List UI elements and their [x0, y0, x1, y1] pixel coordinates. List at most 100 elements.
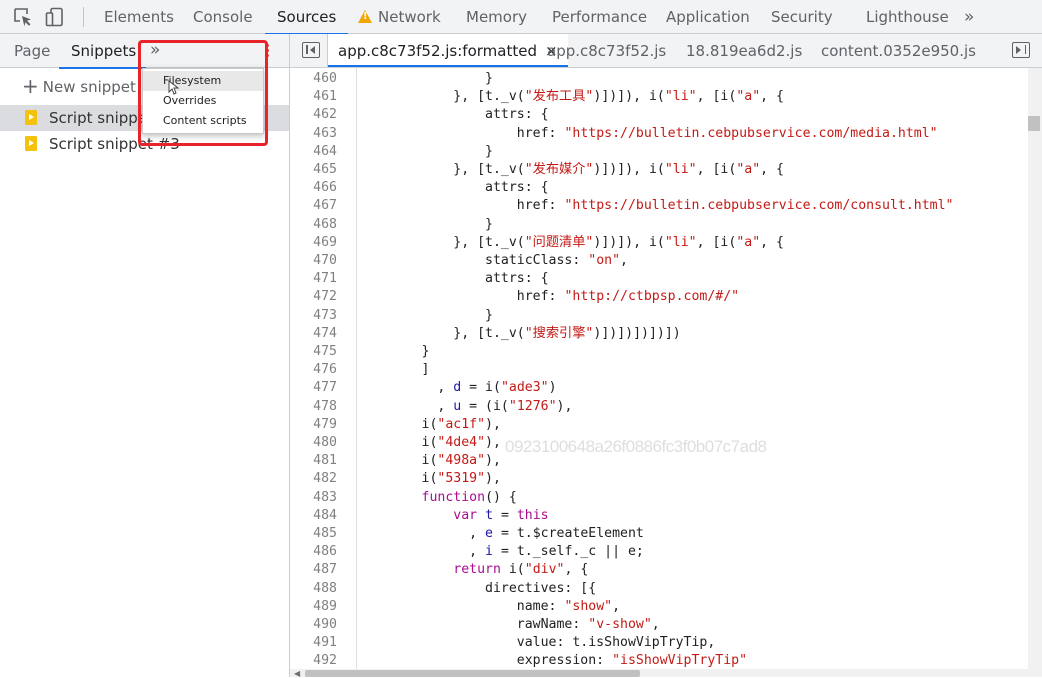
device-toggle-icon[interactable]: [45, 7, 65, 27]
line-number[interactable]: 484: [290, 507, 337, 525]
inspect-element-icon[interactable]: [13, 7, 33, 27]
code-text: attrs: {: [358, 180, 549, 196]
code-line: 463 href: "https://bulletin.cebpubservic…: [290, 125, 1028, 143]
line-number[interactable]: 489: [290, 598, 337, 616]
line-number[interactable]: 461: [290, 88, 337, 106]
code-text: i("498a"),: [358, 453, 501, 469]
code-line: 466 attrs: {: [290, 179, 1028, 197]
horizontal-scrollbar-thumb[interactable]: [305, 670, 640, 677]
code-line: 484 var t = this: [290, 507, 1028, 525]
line-number[interactable]: 477: [290, 379, 337, 397]
code-line: 476 ]: [290, 361, 1028, 379]
code-text: expression: "isShowVipTryTip": [358, 653, 748, 669]
line-number[interactable]: 466: [290, 179, 337, 197]
tab-sources[interactable]: Sources: [264, 0, 349, 35]
line-number[interactable]: 463: [290, 125, 337, 143]
code-editor[interactable]: 460 } 461 }, [t._v("发布工具")])]), i("li", […: [290, 68, 1028, 669]
line-number[interactable]: 473: [290, 307, 337, 325]
navigator-more-button[interactable]: »: [150, 34, 160, 68]
code-line: 465 }, [t._v("发布媒介")])]), i("li", [i("a"…: [290, 161, 1028, 179]
code-line: 473 }: [290, 307, 1028, 325]
menu-item-overrides[interactable]: Overrides: [143, 91, 263, 111]
vertical-scrollbar[interactable]: [1028, 68, 1042, 669]
code-text: }: [358, 344, 430, 359]
tab-console[interactable]: Console: [193, 0, 253, 34]
code-line: 460 }: [290, 70, 1028, 88]
line-number[interactable]: 488: [290, 580, 337, 598]
line-number[interactable]: 490: [290, 616, 337, 634]
code-text: }: [358, 216, 493, 232]
more-tabs-button[interactable]: »: [964, 0, 974, 34]
code-line: 469 }, [t._v("问题清单")])]), i("li", [i("a"…: [290, 234, 1028, 252]
line-number[interactable]: 487: [290, 561, 337, 579]
devtools-tab-bar: Elements Console Sources Network Memory …: [0, 0, 1042, 35]
line-number[interactable]: 462: [290, 106, 337, 124]
editor-tab-label: app.c8c73f52.js:formatted: [338, 42, 537, 60]
code-text: i("ac1f"),: [358, 416, 501, 432]
tab-application[interactable]: Application: [666, 0, 750, 34]
menu-item-content-scripts[interactable]: Content scripts: [143, 111, 263, 131]
tab-elements[interactable]: Elements: [104, 0, 174, 34]
line-number[interactable]: 470: [290, 252, 337, 270]
tab-performance[interactable]: Performance: [552, 0, 647, 34]
code-line: 464 }: [290, 143, 1028, 161]
code-text: }, [t._v("发布媒介")])]), i("li", [i("a", {: [358, 162, 784, 177]
line-number[interactable]: 482: [290, 470, 337, 488]
line-number[interactable]: 483: [290, 489, 337, 507]
navigator-tab-bar: Page Snippets »: [0, 34, 289, 69]
tab-page[interactable]: Page: [14, 34, 50, 68]
line-number[interactable]: 465: [290, 161, 337, 179]
line-number[interactable]: 492: [290, 652, 337, 669]
line-number[interactable]: 472: [290, 288, 337, 306]
code-line: 490 rawName: "v-show",: [290, 616, 1028, 634]
toolbar-divider: [83, 7, 84, 27]
line-number[interactable]: 486: [290, 543, 337, 561]
line-number[interactable]: 478: [290, 398, 337, 416]
editor-tab[interactable]: content.0352e950.js: [821, 34, 976, 68]
toggle-debugger-icon[interactable]: [1012, 42, 1030, 58]
tab-snippets[interactable]: Snippets: [58, 34, 147, 69]
tab-network[interactable]: Network: [358, 0, 441, 34]
toggle-navigator-icon[interactable]: [302, 42, 320, 58]
code-text: attrs: {: [358, 271, 549, 287]
watermark-text: 0923100648a26f0886fc3f0b07c7ad8: [505, 437, 767, 456]
editor-tab[interactable]: 18.819ea6d2.js: [686, 34, 802, 68]
line-number[interactable]: 469: [290, 234, 337, 252]
line-number[interactable]: 479: [290, 416, 337, 434]
navigator-menu-icon[interactable]: [266, 44, 270, 59]
line-number[interactable]: 476: [290, 361, 337, 379]
line-number[interactable]: 481: [290, 452, 337, 470]
tab-lighthouse[interactable]: Lighthouse: [866, 0, 949, 34]
mouse-cursor-icon: [168, 80, 180, 95]
code-line: 483 function() {: [290, 489, 1028, 507]
line-number[interactable]: 480: [290, 434, 337, 452]
line-number[interactable]: 467: [290, 197, 337, 215]
warning-icon: [358, 10, 372, 23]
tab-security[interactable]: Security: [771, 0, 833, 34]
code-text: , u = (i("1276"),: [358, 398, 573, 414]
line-number[interactable]: 475: [290, 343, 337, 361]
code-text: ]: [358, 362, 430, 378]
code-text: directives: [{: [358, 580, 597, 596]
new-snippet-button[interactable]: + New snippet: [22, 74, 136, 99]
editor-tab[interactable]: app.c8c73f52.js: [547, 34, 666, 68]
code-text: }, [t._v("问题清单")])]), i("li", [i("a", {: [358, 234, 784, 250]
tab-memory[interactable]: Memory: [466, 0, 527, 34]
line-number[interactable]: 471: [290, 270, 337, 288]
line-number[interactable]: 485: [290, 525, 337, 543]
line-number[interactable]: 491: [290, 634, 337, 652]
menu-item-filesystem[interactable]: Filesystem: [143, 71, 263, 91]
code-text: rawName: "v-show",: [358, 617, 660, 632]
code-text: href: "https://bulletin.cebpubservice.co…: [358, 125, 938, 141]
code-text: var t = this: [453, 507, 549, 523]
line-number[interactable]: 468: [290, 216, 337, 234]
snippet-item[interactable]: Script snippet #3: [0, 131, 289, 157]
line-number[interactable]: 474: [290, 325, 337, 343]
line-number[interactable]: 460: [290, 70, 337, 88]
vertical-scrollbar-thumb[interactable]: [1028, 116, 1040, 131]
editor-tab-active[interactable]: app.c8c73f52.js:formatted ×: [328, 34, 568, 67]
code-line: 487 return i("div", {: [290, 561, 1028, 579]
code-line: 467 href: "https://bulletin.cebpubservic…: [290, 197, 1028, 215]
code-line: 468 }: [290, 216, 1028, 234]
line-number[interactable]: 464: [290, 143, 337, 161]
